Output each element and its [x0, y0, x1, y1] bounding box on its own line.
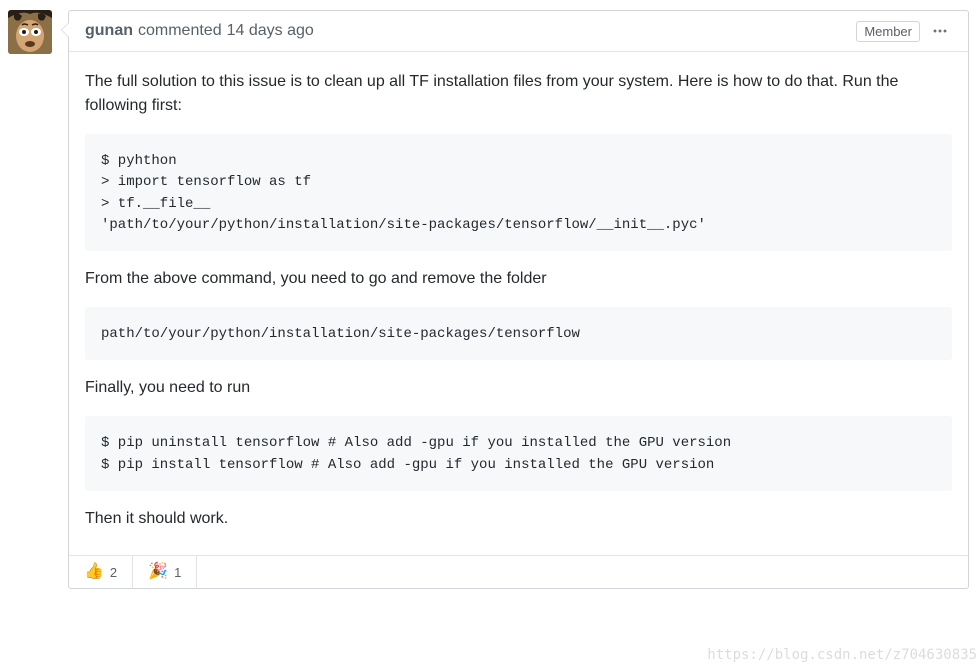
- comment-header: gunan commented 14 days ago Member: [69, 11, 968, 52]
- code-block: path/to/your/python/installation/site-pa…: [85, 307, 952, 360]
- paragraph: From the above command, you need to go a…: [85, 267, 952, 291]
- reaction-party[interactable]: 🎉 1: [133, 556, 197, 588]
- reaction-count: 1: [174, 565, 181, 580]
- code-block: $ pip uninstall tensorflow # Also add -g…: [85, 416, 952, 491]
- comment-box: gunan commented 14 days ago Member The f…: [68, 10, 969, 589]
- commented-label: commented: [138, 22, 222, 40]
- reactions-bar: 👍 2 🎉 1: [69, 555, 968, 588]
- comment-body: The full solution to this issue is to cl…: [69, 52, 968, 555]
- author-link[interactable]: gunan: [85, 22, 133, 40]
- member-badge: Member: [856, 21, 920, 42]
- watermark: https://blog.csdn.net/z704630835: [707, 647, 977, 663]
- code-block: $ pyhthon > import tensorflow as tf > tf…: [85, 134, 952, 251]
- comment-container: gunan commented 14 days ago Member The f…: [0, 0, 977, 599]
- party-icon: 🎉: [148, 564, 168, 580]
- thumbsup-icon: 👍: [84, 564, 104, 580]
- kebab-icon[interactable]: [928, 19, 952, 43]
- avatar[interactable]: [8, 10, 52, 54]
- timestamp[interactable]: 14 days ago: [227, 22, 314, 40]
- reaction-count: 2: [110, 565, 117, 580]
- paragraph: The full solution to this issue is to cl…: [85, 70, 952, 118]
- paragraph: Finally, you need to run: [85, 376, 952, 400]
- reaction-thumbsup[interactable]: 👍 2: [69, 556, 133, 588]
- paragraph: Then it should work.: [85, 507, 952, 531]
